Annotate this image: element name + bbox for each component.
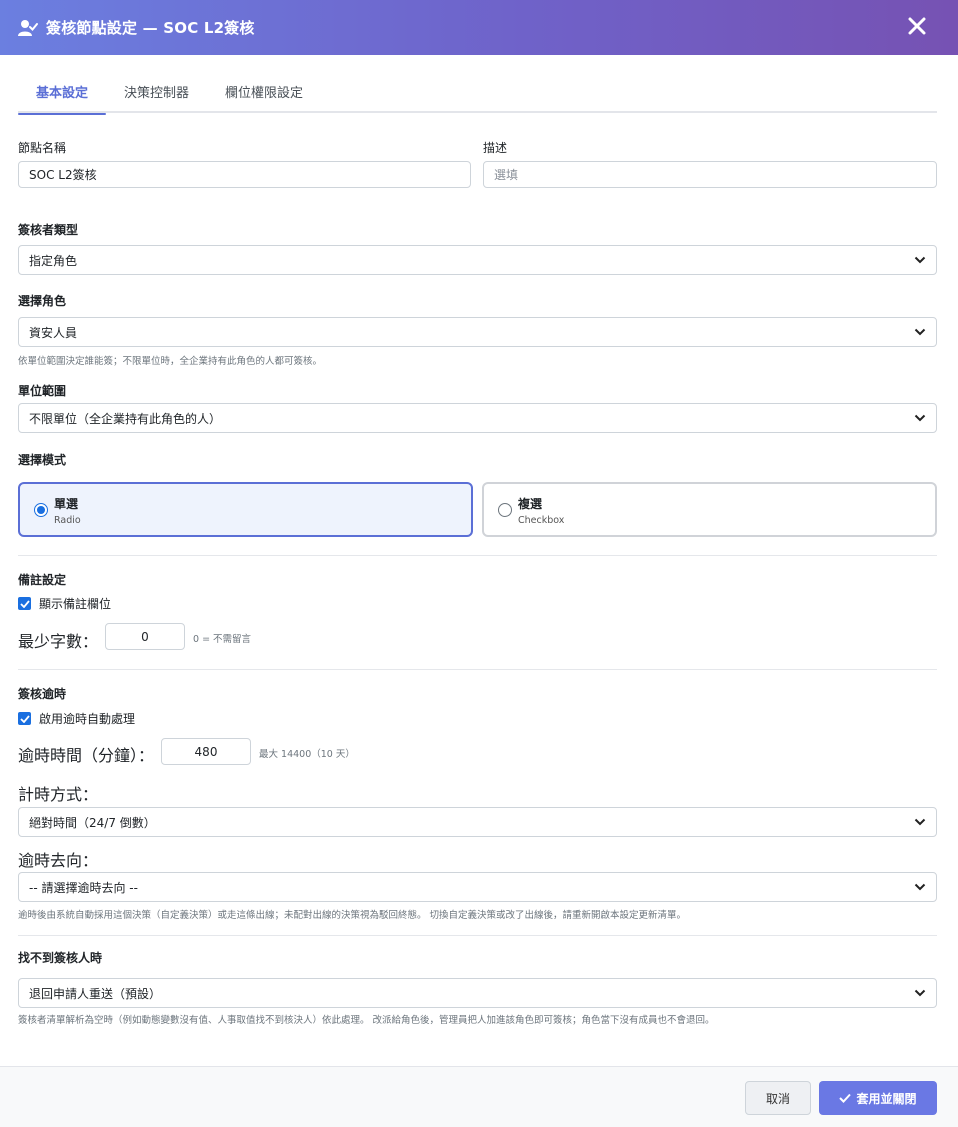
timeout-direction-hint: 逾時後由系統自動採用這個決策（自定義決策）或走這條出線；未配對出線的決策視為駁回… — [18, 910, 687, 921]
approver-type-value: 指定角色 — [29, 253, 78, 268]
cancel-button[interactable]: 取消 — [745, 1081, 811, 1115]
section-divider — [18, 669, 937, 670]
timeout-section-label: 簽核逾時 — [18, 687, 67, 701]
not-found-section-label: 找不到簽核人時 — [18, 951, 103, 965]
modal-header: 簽核節點設定 — SOC L2簽核 — [0, 0, 958, 55]
timing-mode-select[interactable]: 絕對時間（24/7 倒數） — [18, 807, 937, 837]
mode-option-subtitle: Radio — [54, 515, 81, 526]
approver-type-select[interactable]: 指定角色 — [18, 245, 937, 275]
timeout-direction-value: -- 請選擇逾時去向 -- — [29, 880, 138, 895]
apply-button-label: 套用並關閉 — [856, 1091, 917, 1106]
enable-timeout-checkbox[interactable]: 啟用逾時自動處理 — [18, 710, 135, 727]
timing-mode-label: 計時方式： — [18, 785, 99, 804]
chevron-down-icon — [914, 881, 926, 893]
node-name-input[interactable] — [18, 161, 471, 188]
scope-select[interactable]: 不限單位（全企業持有此角色的人） — [18, 403, 937, 433]
timing-mode-value: 絕對時間（24/7 倒數） — [29, 815, 156, 830]
node-name-label: 節點名稱 — [18, 141, 67, 155]
remark-section-label: 備註設定 — [18, 573, 67, 587]
not-found-select[interactable]: 退回申請人重送（預設） — [18, 978, 937, 1008]
not-found-hint: 簽核者清單解析為空時（例如動態變數沒有值、人事取值找不到核決人）依此處理。 改派… — [18, 1015, 715, 1026]
enable-timeout-label: 啟用逾時自動處理 — [39, 712, 136, 726]
timeout-minutes-input[interactable] — [161, 738, 251, 765]
check-icon — [839, 1093, 852, 1103]
mode-option-subtitle: Checkbox — [518, 515, 565, 526]
approver-type-label: 簽核者類型 — [18, 223, 79, 237]
chevron-down-icon — [914, 254, 926, 266]
mode-option-title: 複選 — [518, 497, 543, 511]
chevron-down-icon — [914, 816, 926, 828]
description-input[interactable] — [483, 161, 937, 188]
description-label: 描述 — [483, 141, 508, 155]
tab-bar: 基本設定 決策控制器 欄位權限設定 — [18, 78, 937, 115]
role-label: 選擇角色 — [18, 294, 67, 308]
mode-option-title: 單選 — [54, 497, 79, 511]
show-remark-checkbox[interactable]: 顯示備註欄位 — [18, 595, 111, 612]
scope-label: 單位範圍 — [18, 384, 67, 398]
chevron-down-icon — [914, 412, 926, 424]
chevron-down-icon — [914, 326, 926, 338]
radio-button-selected[interactable] — [34, 503, 48, 517]
checkbox-checked-icon[interactable] — [18, 597, 31, 610]
timeout-minutes-hint: 最大 14400（10 天） — [259, 749, 355, 760]
timeout-minutes-label: 逾時時間（分鐘）： — [18, 746, 155, 765]
radio-button[interactable] — [498, 503, 512, 517]
min-chars-input[interactable] — [105, 623, 185, 650]
role-hint: 依單位範圍決定誰能簽；不限單位時，全企業持有此角色的人都可簽核。 — [18, 356, 323, 367]
chevron-down-icon — [914, 987, 926, 999]
show-remark-label: 顯示備註欄位 — [39, 597, 112, 611]
section-divider — [18, 935, 937, 936]
scope-value: 不限單位（全企業持有此角色的人） — [29, 411, 222, 426]
mode-label: 選擇模式 — [18, 453, 67, 467]
timeout-direction-label: 逾時去向： — [18, 851, 99, 870]
section-divider — [18, 555, 937, 556]
role-select[interactable]: 資安人員 — [18, 317, 937, 347]
modal-title: 簽核節點設定 — SOC L2簽核 — [46, 19, 255, 37]
timeout-direction-select[interactable]: -- 請選擇逾時去向 -- — [18, 872, 937, 902]
mode-option-radio[interactable]: 單選 Radio — [18, 482, 473, 537]
tab-basic-settings[interactable]: 基本設定 — [18, 78, 107, 115]
close-icon[interactable] — [906, 14, 928, 38]
tab-field-permissions[interactable]: 欄位權限設定 — [207, 78, 321, 113]
tab-decision-controller[interactable]: 決策控制器 — [106, 78, 207, 113]
min-chars-label: 最少字數： — [18, 632, 99, 651]
mode-option-checkbox[interactable]: 複選 Checkbox — [482, 482, 937, 537]
not-found-value: 退回申請人重送（預設） — [29, 986, 162, 1001]
min-chars-hint: 0 = 不需留言 — [193, 634, 252, 645]
apply-and-close-button[interactable]: 套用並關閉 — [819, 1081, 937, 1115]
user-check-icon — [18, 18, 38, 38]
modal-footer: 取消 套用並關閉 — [0, 1066, 958, 1127]
checkbox-checked-icon[interactable] — [18, 712, 31, 725]
role-value: 資安人員 — [29, 325, 78, 340]
